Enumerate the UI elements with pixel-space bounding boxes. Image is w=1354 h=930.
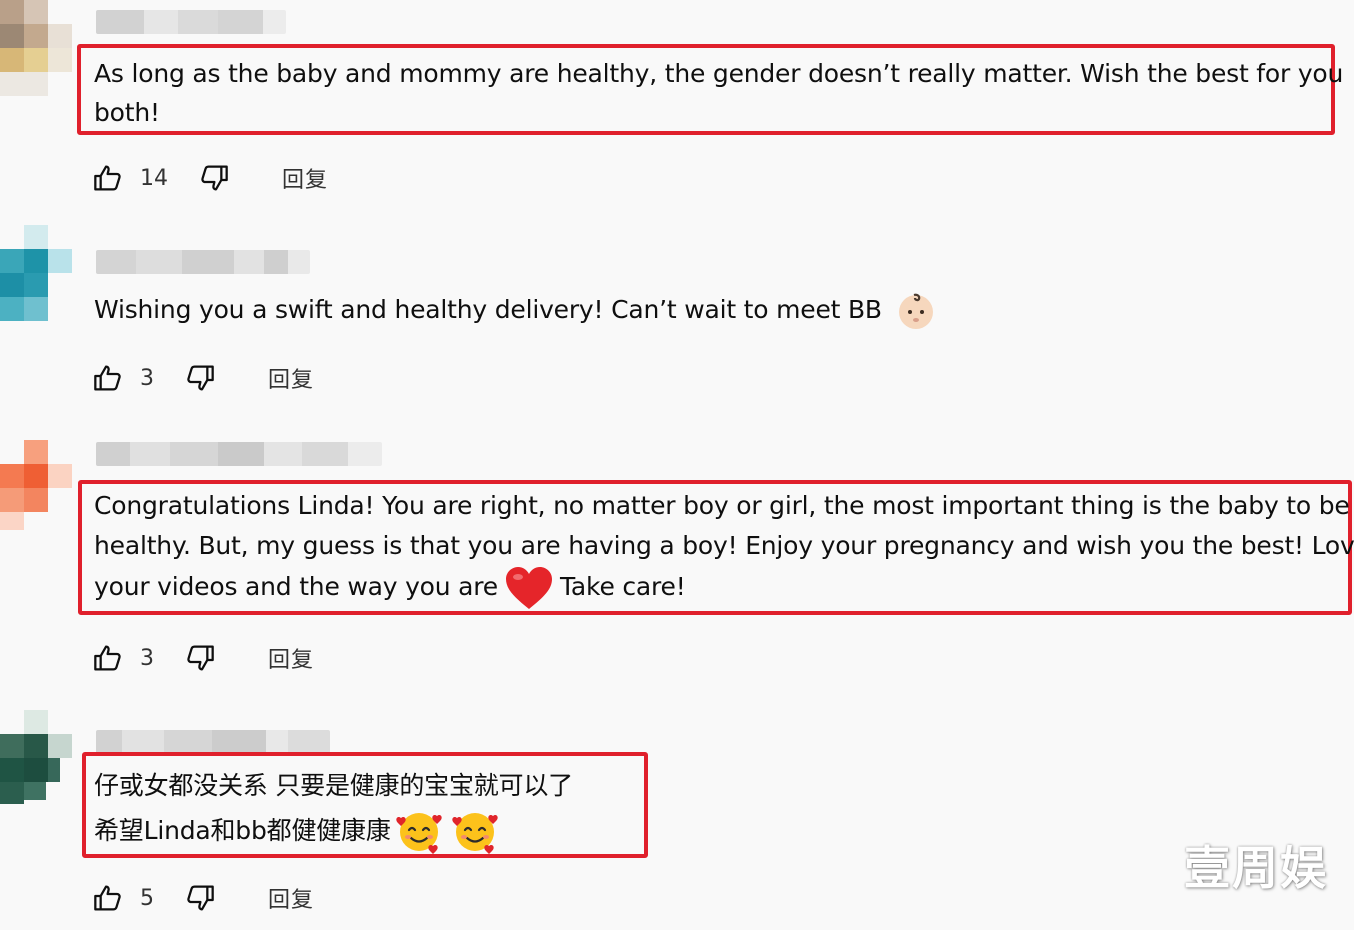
thumbs-up-icon[interactable] <box>92 362 124 394</box>
comment-4: 仔或女都没关系 只要是健康的宝宝就可以了 希望Linda和bb都健健康康 5 回… <box>0 710 1354 930</box>
reply-button[interactable]: 回复 <box>268 882 314 914</box>
avatar[interactable] <box>0 0 72 96</box>
comment-actions: 3 回复 <box>92 640 314 676</box>
comment-text: Congratulations Linda! You are right, no… <box>94 485 1354 611</box>
comment-3: Congratulations Linda! You are right, no… <box>0 440 1354 695</box>
comment-2: Wishing you a swift and healthy delivery… <box>0 225 1354 425</box>
thumbs-up-icon[interactable] <box>92 162 124 194</box>
blurred-username[interactable] <box>96 250 310 274</box>
reply-button[interactable]: 回复 <box>268 642 314 674</box>
comments-page: As long as the baby and mommy are health… <box>0 0 1354 930</box>
reply-button[interactable]: 回复 <box>268 362 314 394</box>
blurred-username[interactable] <box>96 730 330 754</box>
blurred-username[interactable] <box>96 442 382 466</box>
thumbs-down-icon[interactable] <box>184 642 216 674</box>
thumbs-up-icon[interactable] <box>92 642 124 674</box>
comment-actions: 14 回复 <box>92 160 328 196</box>
avatar[interactable] <box>0 710 72 806</box>
thumbs-up-icon[interactable] <box>92 882 124 914</box>
comment-text: Wishing you a swift and healthy delivery… <box>94 289 936 331</box>
like-count: 14 <box>140 165 168 191</box>
thumbs-down-icon[interactable] <box>184 882 216 914</box>
like-count: 3 <box>140 365 154 391</box>
thumbs-down-icon[interactable] <box>198 162 230 194</box>
comment-1: As long as the baby and mommy are health… <box>0 0 1354 205</box>
baby-emoji <box>898 293 933 329</box>
comment-actions: 5 回复 <box>92 880 314 916</box>
avatar[interactable] <box>0 440 72 536</box>
smiling-face-with-hearts-emoji <box>395 813 442 854</box>
like-count: 5 <box>140 885 154 911</box>
comment-actions: 3 回复 <box>92 360 314 396</box>
thumbs-down-icon[interactable] <box>184 362 216 394</box>
blurred-username[interactable] <box>96 10 286 34</box>
reply-button[interactable]: 回复 <box>282 162 328 194</box>
smiling-face-with-hearts-emoji <box>451 813 498 854</box>
comment-text: 仔或女都没关系 只要是健康的宝宝就可以了 希望Linda和bb都健健康康 <box>94 764 573 856</box>
like-count: 3 <box>140 645 154 671</box>
avatar[interactable] <box>0 225 72 321</box>
red-heart-emoji <box>506 567 552 609</box>
watermark: 壹周娱 <box>1184 841 1328 895</box>
comment-text: As long as the baby and mommy are health… <box>94 59 1344 127</box>
